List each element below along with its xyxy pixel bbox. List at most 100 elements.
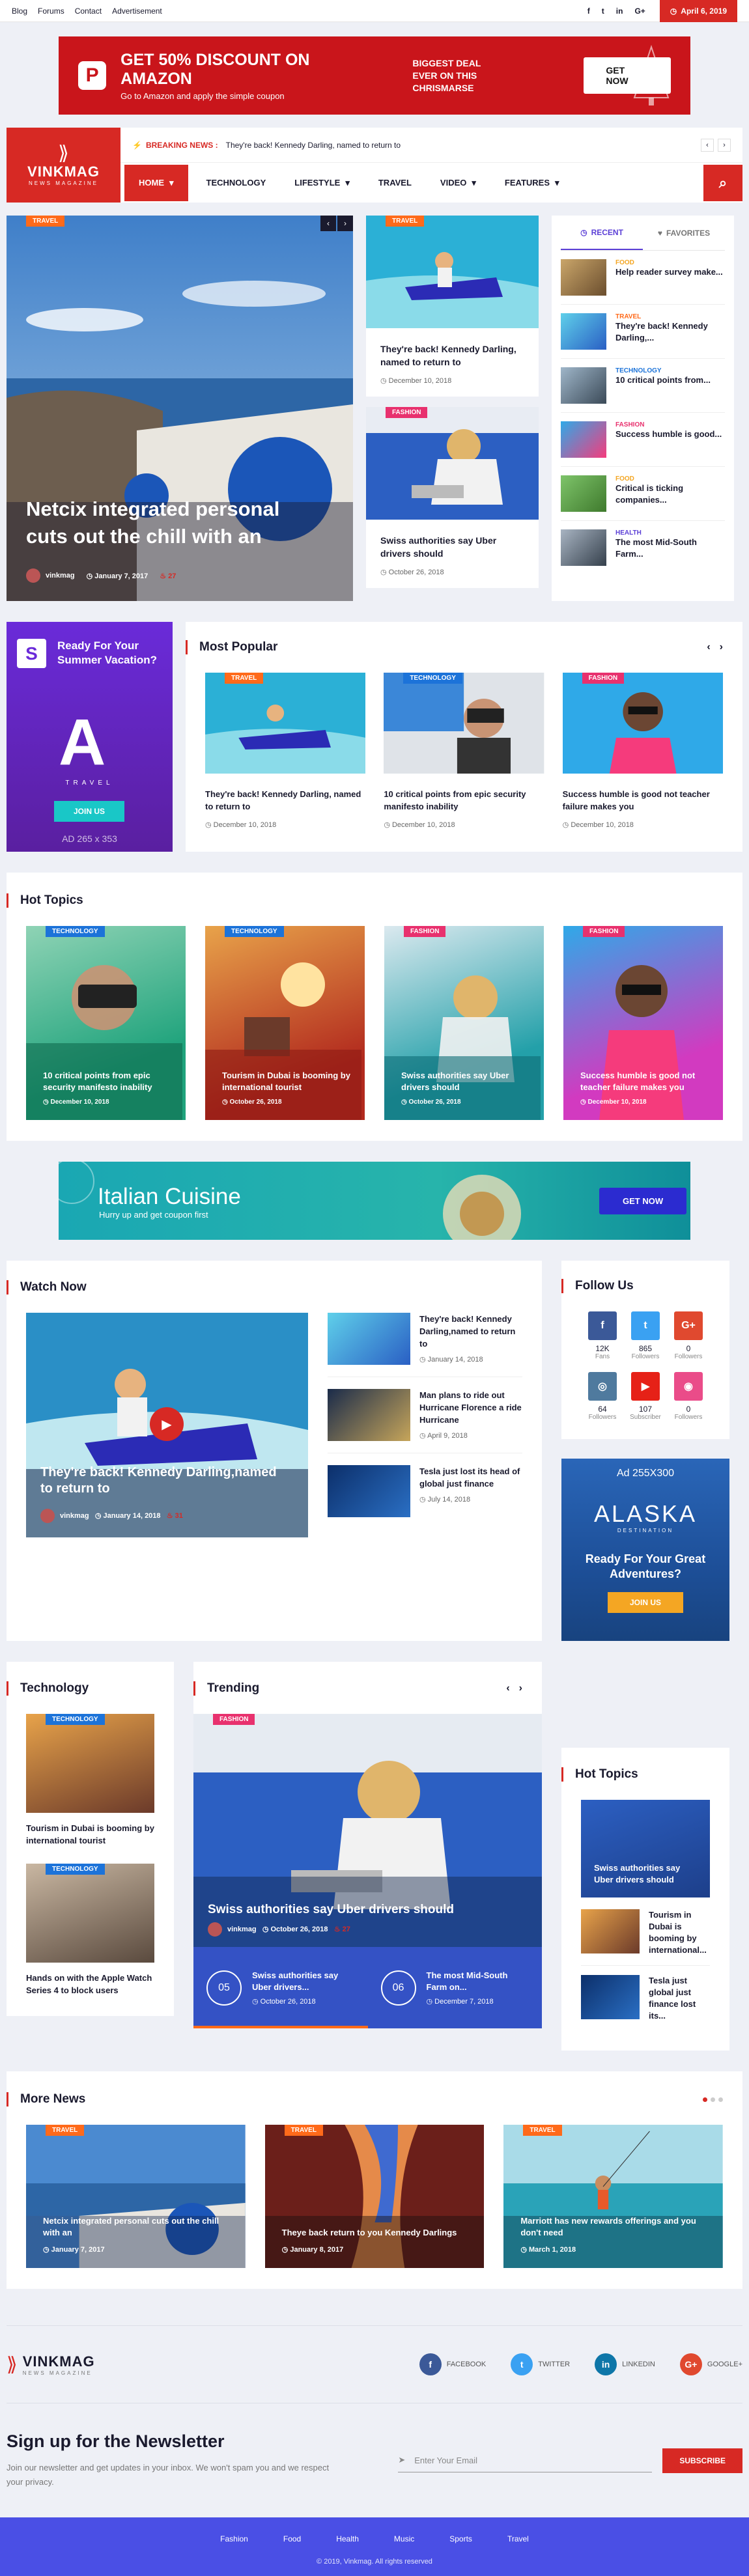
card-title[interactable]: Tourism in Dubai is booming by internati… (222, 1070, 352, 1093)
cuisine-get-now-button[interactable]: GET NOW (599, 1188, 687, 1214)
post-author[interactable]: vinkmag (227, 1925, 257, 1933)
item-title[interactable]: Tourism in Dubai is booming by internati… (26, 1822, 154, 1847)
list-item-title[interactable]: Critical is ticking companies... (615, 483, 725, 506)
follow-google-plus[interactable]: G+ 0 Followers (667, 1311, 710, 1360)
breaking-prev-icon[interactable]: ‹ (701, 138, 714, 152)
hot-topic-card[interactable]: FASHION Success humble is good not teach… (563, 926, 723, 1120)
footer-linkedin[interactable]: in LINKEDIN (595, 2353, 655, 2375)
alaska-ad[interactable]: Ad 255X300 ALASKA DESTINATION Ready For … (561, 1459, 729, 1641)
tab-recent[interactable]: ◷ RECENT (561, 216, 643, 250)
item-title[interactable]: Hands on with the Apple Watch Series 4 t… (26, 1972, 154, 1996)
card-tag[interactable]: FASHION (386, 407, 428, 418)
hero-card-1[interactable]: TRAVEL They're back! Kennedy Darling, na… (366, 216, 539, 397)
follow-facebook[interactable]: f 12K Fans (581, 1311, 624, 1360)
video-list-item[interactable]: They're back! Kennedy Darling,named to r… (328, 1313, 522, 1377)
news-card[interactable]: TRAVEL Marriott has new rewards offering… (503, 2125, 724, 2268)
hero-prev-icon[interactable]: ‹ (320, 216, 336, 231)
carousel-dot[interactable] (711, 2097, 715, 2102)
list-item[interactable]: Tourism in Dubai is booming by internati… (581, 1900, 710, 1966)
list-item-title[interactable]: Help reader survey make... (615, 266, 723, 278)
item-tag[interactable]: TRAVEL (225, 673, 264, 684)
card-tag[interactable]: FASHION (404, 926, 446, 937)
card-title[interactable]: Swiss authorities say Uber drivers shoul… (401, 1070, 531, 1093)
nav-technology[interactable]: TECHNOLOGY (192, 163, 281, 203)
hero-author[interactable]: vinkmag (46, 572, 75, 580)
top-link-advertisement[interactable]: Advertisement (112, 7, 162, 16)
card-title[interactable]: Netcix integrated personal cuts out the … (43, 2215, 230, 2239)
footer-link-health[interactable]: Health (336, 2534, 359, 2543)
site-logo[interactable]: ⟫ VINKMAG NEWS MAGAZINE (7, 128, 120, 203)
subscribe-button[interactable]: SUBSCRIBE (662, 2448, 742, 2473)
card-title[interactable]: Theye back return to you Kennedy Darling… (282, 2227, 469, 2239)
list-item[interactable]: Tesla just global just finance lost its.… (581, 1966, 710, 2031)
footer-twitter[interactable]: t TWITTER (511, 2353, 570, 2375)
item-title[interactable]: The most Mid-South Farm on... (427, 1970, 530, 1993)
hero-card-2[interactable]: FASHION Swiss authorities say Uber drive… (366, 407, 539, 588)
trending-list-item[interactable]: 05 Swiss authorities say Uber drivers... ◷… (193, 1947, 368, 2028)
item-title[interactable]: 10 critical points from epic security ma… (384, 788, 544, 813)
list-item[interactable]: TECHNOLOGY 10 critical points from... (561, 359, 725, 413)
footer-link-travel[interactable]: Travel (507, 2534, 529, 2543)
prev-arrow-icon[interactable]: ‹ (707, 641, 710, 653)
video-title[interactable]: They're back! Kennedy Darling,named to r… (40, 1464, 289, 1497)
search-icon[interactable]: ⌕ (703, 164, 742, 201)
video-player[interactable]: ▶ They're back! Kennedy Darling,named to… (26, 1313, 308, 1537)
footer-google-plus[interactable]: G+ GOOGLE+ (679, 2353, 742, 2375)
footer-logo[interactable]: ⟫ VINKMAG NEWS MAGAZINE (7, 2353, 95, 2376)
card-title[interactable]: 10 critical points from epic security ma… (43, 1070, 173, 1093)
item-title[interactable]: Success humble is good not teacher failu… (563, 788, 723, 813)
carousel-dot[interactable] (703, 2097, 707, 2102)
video-list-item[interactable]: Man plans to ride out Hurricane Florence… (328, 1389, 522, 1453)
follow-dribbble[interactable]: ◉ 0 Followers (667, 1372, 710, 1421)
nav-home[interactable]: HOME ▾ (124, 164, 188, 201)
card-tag[interactable]: TRAVEL (523, 2125, 562, 2136)
item-tag[interactable]: TECHNOLOGY (46, 1864, 105, 1875)
footer-link-fashion[interactable]: Fashion (220, 2534, 248, 2543)
follow-youtube[interactable]: ▶ 107 Subscriber (624, 1372, 667, 1421)
ad-join-button[interactable]: JOIN US (54, 801, 125, 822)
card-tag[interactable]: TECHNOLOGY (46, 926, 105, 937)
top-link-forums[interactable]: Forums (38, 7, 64, 16)
video-author[interactable]: vinkmag (60, 1512, 89, 1520)
next-arrow-icon[interactable]: › (519, 1683, 522, 1694)
card-title[interactable]: Marriott has new rewards offerings and y… (520, 2215, 707, 2239)
google-plus-icon[interactable]: G+ (634, 7, 645, 16)
footer-link-food[interactable]: Food (283, 2534, 301, 2543)
item-tag[interactable]: FASHION (582, 673, 625, 684)
trending-list-item[interactable]: 06 The most Mid-South Farm on... ◷ Decembe… (368, 1947, 543, 2028)
list-item-title[interactable]: 10 critical points from... (615, 374, 711, 386)
item-title[interactable]: Swiss authorities say Uber drivers shoul… (594, 1862, 697, 1886)
nav-video[interactable]: VIDEO ▾ (426, 163, 490, 203)
list-item-title[interactable]: The most Mid-South Farm... (615, 537, 725, 560)
list-item-title[interactable]: Success humble is good... (615, 428, 722, 440)
nav-lifestyle[interactable]: LIFESTYLE ▾ (280, 163, 364, 203)
card-tag[interactable]: TRAVEL (386, 216, 425, 227)
popular-item[interactable]: TECHNOLOGY 10 critical points from epic … (384, 673, 544, 829)
item-title[interactable]: Man plans to ride out Hurricane Florence… (419, 1389, 522, 1426)
list-item[interactable]: HEALTH The most Mid-South Farm... (561, 521, 725, 574)
nav-features[interactable]: FEATURES ▾ (490, 163, 574, 203)
summer-vacation-ad[interactable]: S Ready For Your Summer Vacation? A TRAV… (7, 622, 173, 852)
list-item[interactable]: FOOD Critical is ticking companies... (561, 467, 725, 521)
item-tag[interactable]: TECHNOLOGY (46, 1714, 105, 1725)
play-icon[interactable]: ▶ (150, 1407, 184, 1441)
post-title[interactable]: Swiss authorities say Uber drivers shoul… (208, 1903, 454, 1917)
hot-topic-card[interactable]: TECHNOLOGY 10 critical points from epic … (26, 926, 186, 1120)
video-list-item[interactable]: Tesla just lost its head of global just … (328, 1465, 522, 1529)
carousel-dot[interactable] (718, 2097, 723, 2102)
nav-travel[interactable]: TRAVEL (364, 163, 426, 203)
list-item[interactable]: FASHION Success humble is good... (561, 413, 725, 467)
follow-twitter[interactable]: t 865 Followers (624, 1311, 667, 1360)
trending-main-post[interactable]: FASHION Swiss authorities say Uber drive… (193, 1714, 542, 1947)
follow-instagram[interactable]: ◎ 64 Followers (581, 1372, 624, 1421)
list-item-title[interactable]: They're back! Kennedy Darling,... (615, 320, 725, 344)
facebook-icon[interactable]: f (587, 7, 590, 16)
hero-main-post[interactable]: TRAVEL ‹ › Netcix integrated personal cut… (7, 216, 353, 601)
ad-join-button[interactable]: JOIN US (607, 1592, 683, 1613)
hot-topic-card[interactable]: TECHNOLOGY Tourism in Dubai is booming b… (205, 926, 365, 1120)
footer-link-sports[interactable]: Sports (449, 2534, 472, 2543)
tab-favorites[interactable]: ♥ FAVORITES (643, 216, 725, 250)
top-link-contact[interactable]: Contact (75, 7, 102, 16)
item-title[interactable]: Tesla just global just finance lost its.… (649, 1975, 710, 2022)
item-tag[interactable]: TECHNOLOGY (403, 673, 462, 684)
